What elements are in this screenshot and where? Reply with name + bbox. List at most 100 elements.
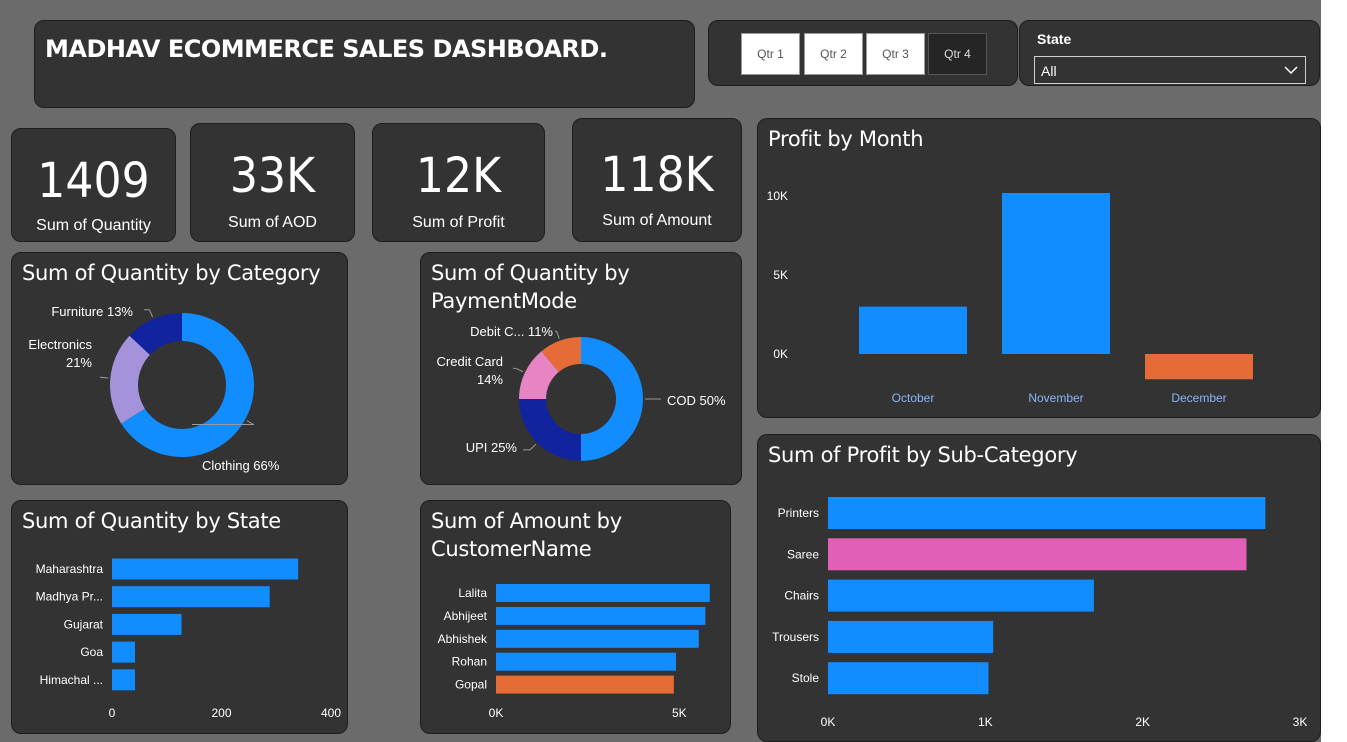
kpi-card-quantity: 1409 Sum of Quantity [11, 128, 176, 242]
kpi-card-amount: 118K Sum of Amount [572, 118, 742, 242]
category-label: Himachal ... [40, 673, 103, 687]
category-label: Madhya Pr... [36, 590, 103, 604]
x-tick-label: 0K [489, 706, 504, 720]
month-bar [1002, 193, 1110, 354]
bar [496, 606, 706, 625]
x-tick-label: 1K [978, 715, 993, 729]
kpi-value: 12K [415, 148, 502, 204]
category-label: Maharashtra [36, 562, 104, 576]
kpi-value: 1409 [37, 153, 150, 209]
bar [828, 662, 989, 695]
x-tick-label: October [892, 391, 935, 405]
kpi-card-aod: 33K Sum of AOD [190, 123, 355, 242]
x-tick-label: December [1171, 391, 1226, 405]
chart-card-state: Sum of Quantity by State Maharashtra Madh… [11, 500, 348, 734]
x-tick-label: 0K [821, 715, 836, 729]
bar [112, 558, 299, 580]
window-edge [1321, 0, 1347, 742]
bar [496, 652, 677, 671]
paymentmode-donut-chart[interactable]: COD 50% UPI 25% Credit Card 14% Debit C... 1… [421, 253, 742, 485]
category-donut-chart[interactable]: Clothing 66% Electronics 21% Furniture 13% [12, 253, 348, 485]
donut-data-label: Furniture 13% [51, 304, 133, 319]
donut-data-label: Electronics [28, 337, 92, 352]
y-tick-label: 10K [767, 189, 788, 203]
category-label: Trousers [772, 630, 819, 644]
customer-bar-chart[interactable]: Lalita Abhijeet Abhishek Rohan Gopal0K 5K [421, 501, 731, 734]
kpi-label: Sum of AOD [228, 214, 317, 231]
kpi-label: Sum of Profit [412, 214, 505, 231]
kpi-value: 118K [600, 147, 714, 203]
dashboard-title-card: MADHAV ECOMMERCE SALES DASHBOARD. [34, 20, 695, 108]
donut-slice [581, 337, 643, 461]
leader-line [144, 309, 154, 318]
category-label: Saree [787, 547, 819, 561]
x-tick-label: 400 [321, 706, 341, 720]
x-tick-label: 2K [1135, 715, 1150, 729]
donut-data-label: UPI 25% [466, 440, 518, 455]
bar [496, 584, 710, 602]
category-label: Gujarat [64, 617, 104, 631]
bar [112, 586, 270, 608]
state-dropdown[interactable]: All [1034, 56, 1306, 84]
category-label: Goa [80, 645, 103, 659]
bar [828, 620, 994, 653]
x-tick-label: 0 [109, 706, 116, 720]
qtr-1-button[interactable]: Qtr 1 [741, 33, 800, 75]
leader-line [555, 330, 560, 339]
x-tick-label: 5K [672, 706, 687, 720]
chart-card-profit-month: Profit by Month 0K 5K 10K October November De… [757, 118, 1321, 418]
state-dropdown-value: All [1041, 63, 1057, 79]
bar [828, 579, 1094, 612]
state-slicer: State All [1019, 20, 1320, 86]
quarter-slicer: Qtr 1 Qtr 2 Qtr 3 Qtr 4 [708, 20, 1018, 86]
category-label: Lalita [458, 586, 487, 600]
x-tick-label: 3K [1293, 715, 1308, 729]
category-label: Gopal [455, 678, 487, 692]
donut-data-label: Clothing 66% [202, 458, 280, 473]
category-label: Abhishek [438, 632, 488, 646]
category-label: Chairs [784, 589, 819, 603]
profit-month-bar-chart[interactable]: 0K 5K 10K October November December [758, 119, 1321, 418]
kpi-card-profit: 12K Sum of Profit [372, 123, 545, 242]
donut-data-label: 14% [477, 372, 503, 387]
category-label: Printers [778, 506, 819, 520]
qtr-4-button[interactable]: Qtr 4 [928, 33, 987, 75]
state-bar-chart[interactable]: Maharashtra Madhya Pr... Gujarat Goa Himacha… [12, 501, 348, 734]
qtr-2-button[interactable]: Qtr 2 [804, 33, 863, 75]
chart-card-customer: Sum of Amount by CustomerName Lalita Abhi… [420, 500, 731, 734]
bar [112, 669, 135, 691]
bar [828, 538, 1247, 571]
bar [828, 497, 1266, 529]
x-tick-label: 200 [211, 706, 231, 720]
x-tick-label: November [1028, 391, 1083, 405]
chart-card-profit-subcategory: Sum of Profit by Sub-Category Printers Sa… [757, 434, 1321, 742]
chart-card-category: Sum of Quantity by Category Clothing 66%… [11, 252, 348, 485]
bar [496, 675, 674, 694]
donut-slice [519, 399, 581, 461]
kpi-label: Sum of Amount [602, 212, 712, 229]
chevron-down-icon [1284, 66, 1298, 75]
y-tick-label: 5K [773, 268, 788, 282]
donut-data-label: Debit C... 11% [470, 324, 553, 339]
category-label: Abhijeet [444, 609, 488, 623]
y-tick-label: 0K [773, 347, 788, 361]
donut-data-label: COD 50% [667, 393, 726, 408]
qtr-3-button[interactable]: Qtr 3 [866, 33, 925, 75]
bar [112, 613, 182, 635]
dashboard-title: MADHAV ECOMMERCE SALES DASHBOARD. [45, 35, 608, 63]
bar [112, 641, 135, 663]
kpi-label: Sum of Quantity [36, 217, 151, 234]
chart-card-paymentmode: Sum of Quantity by PaymentMode COD 50% UP… [420, 252, 742, 485]
leader-line [523, 443, 537, 451]
kpi-value: 33K [229, 148, 316, 204]
month-bar [1145, 354, 1253, 380]
donut-data-label: Credit Card [437, 354, 503, 369]
leader-line [100, 376, 109, 379]
state-slicer-label: State [1037, 31, 1072, 47]
category-label: Rohan [452, 655, 487, 669]
leader-line [513, 367, 524, 373]
month-bar [859, 306, 967, 354]
category-label: Stole [792, 671, 820, 685]
donut-data-label: 21% [66, 355, 92, 370]
profit-subcategory-bar-chart[interactable]: Printers Saree Chairs Trousers Stole 0K 1K 2K 3K [758, 435, 1321, 742]
